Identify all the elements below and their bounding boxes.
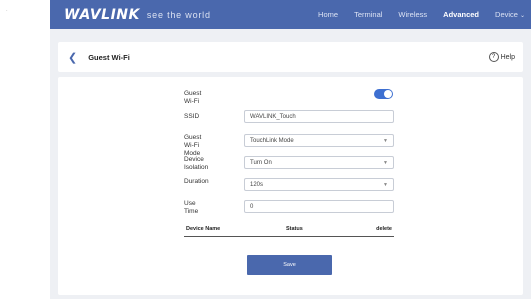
use-time-value: 0 bbox=[250, 204, 254, 210]
isolation-label: Device Isolation bbox=[184, 156, 209, 171]
nav-terminal[interactable]: Terminal bbox=[354, 10, 382, 19]
ssid-label: SSID bbox=[184, 113, 200, 120]
marker-dot: · bbox=[6, 8, 8, 14]
brand-tagline: see the world bbox=[146, 9, 211, 20]
page-title: Guest Wi-Fi bbox=[88, 52, 130, 62]
nav-device[interactable]: Device ⌄ bbox=[495, 10, 525, 19]
nav-advanced[interactable]: Advanced bbox=[443, 10, 479, 19]
col-device-name: Device Name bbox=[186, 226, 221, 232]
isolation-value: Turn On bbox=[250, 160, 272, 166]
ssid-value: WAVLINK_Touch bbox=[250, 114, 296, 120]
router-admin-frame: WAVLINK see the world Home Terminal Wire… bbox=[50, 0, 531, 299]
brand-logo: WAVLINK bbox=[64, 6, 140, 23]
chevron-down-icon: ▼ bbox=[383, 182, 388, 188]
col-status: Status bbox=[286, 226, 303, 232]
use-time-label: Use Time bbox=[184, 200, 199, 215]
help-button[interactable]: ? Help bbox=[488, 42, 515, 72]
top-bar: WAVLINK see the world Home Terminal Wire… bbox=[50, 0, 531, 29]
mode-label: Guest Wi-Fi Mode bbox=[184, 134, 202, 157]
help-label: Help bbox=[500, 53, 515, 61]
use-time-input[interactable]: 0 bbox=[244, 200, 394, 213]
question-icon: ? bbox=[488, 52, 499, 62]
toggle-knob bbox=[384, 90, 392, 98]
mode-value: TouchLink Mode bbox=[250, 138, 294, 144]
chevron-left-icon[interactable]: ❮ bbox=[68, 51, 77, 64]
page-header: ❮ Guest Wi-Fi ? Help bbox=[58, 42, 523, 72]
nav-wireless[interactable]: Wireless bbox=[398, 10, 427, 19]
guest-wifi-toggle[interactable] bbox=[374, 89, 393, 99]
nav-home[interactable]: Home bbox=[318, 10, 338, 19]
guest-wifi-form-card: Guest Wi-Fi SSID WAVLINK_Touch Guest Wi-… bbox=[58, 77, 523, 295]
device-table-header: Device Name Status delete bbox=[184, 224, 394, 237]
chevron-down-icon: ▼ bbox=[383, 160, 388, 166]
ssid-input[interactable]: WAVLINK_Touch bbox=[244, 110, 394, 123]
nav-device-label: Device bbox=[495, 10, 518, 19]
col-delete: delete bbox=[376, 226, 392, 232]
chevron-down-icon: ▼ bbox=[383, 138, 388, 144]
guest-wifi-label: Guest Wi-Fi bbox=[184, 90, 202, 105]
main-nav: Home Terminal Wireless Advanced Device ⌄ bbox=[302, 0, 531, 29]
duration-select[interactable]: 120s ▼ bbox=[244, 178, 394, 191]
chevron-down-icon: ⌄ bbox=[519, 13, 525, 19]
duration-label: Duration bbox=[184, 178, 209, 185]
isolation-select[interactable]: Turn On ▼ bbox=[244, 156, 394, 169]
mode-select[interactable]: TouchLink Mode ▼ bbox=[244, 134, 394, 147]
save-button[interactable]: Save bbox=[247, 255, 332, 275]
duration-value: 120s bbox=[250, 182, 264, 188]
